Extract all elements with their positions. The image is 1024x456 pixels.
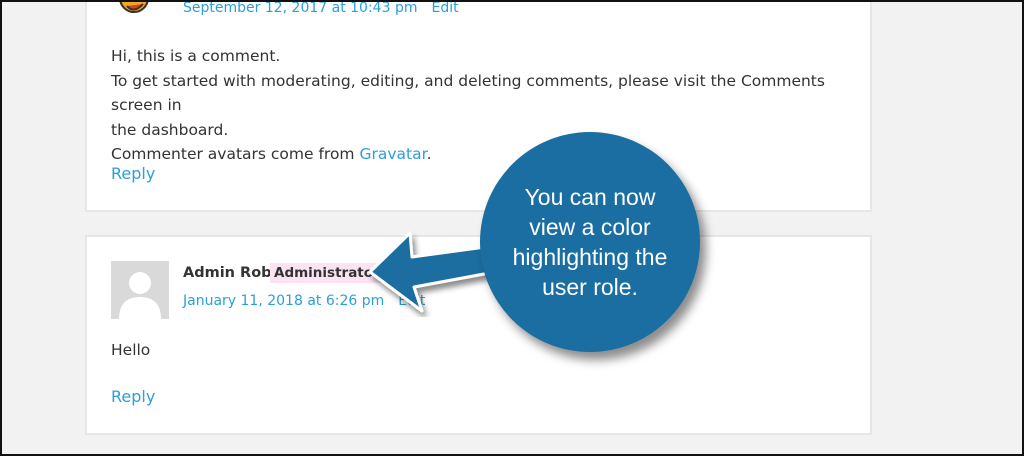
comment-line: Commenter avatars come from Gravatar. — [111, 142, 851, 167]
comment-line: Hi, this is a comment. — [111, 47, 281, 65]
comment-body: Hello — [111, 341, 151, 359]
reply-link[interactable]: Reply — [111, 387, 155, 406]
comment-meta: September 12, 2017 at 10:43 pm Edit — [183, 2, 459, 16]
user-silhouette-icon — [111, 261, 169, 319]
comment-body: Hi, this is a comment. To get started wi… — [111, 44, 851, 167]
comment-author: Admin Rob — [183, 265, 272, 281]
comment-text: Commenter avatars come from — [111, 145, 360, 163]
callout-bubble: You can now view a color highlighting th… — [480, 132, 700, 352]
duck-avatar-icon — [119, 2, 149, 13]
comment-text: . — [426, 145, 432, 163]
gravatar-link[interactable]: Gravatar — [359, 145, 426, 163]
reply-link[interactable]: Reply — [111, 164, 155, 183]
comment-date-link[interactable]: September 12, 2017 at 10:43 pm — [183, 2, 417, 16]
comment-card: September 12, 2017 at 10:43 pm Edit Hi, t… — [85, 2, 872, 212]
edit-comment-link[interactable]: Edit — [431, 2, 458, 16]
screenshot-frame: September 12, 2017 at 10:43 pm Edit Hi, t… — [0, 0, 1024, 456]
comment-line: the dashboard. — [111, 120, 229, 139]
comment-line: To get started with moderating, editing,… — [111, 71, 825, 115]
callout-text: You can now view a color highlighting th… — [512, 184, 668, 300]
avatar — [111, 261, 169, 319]
